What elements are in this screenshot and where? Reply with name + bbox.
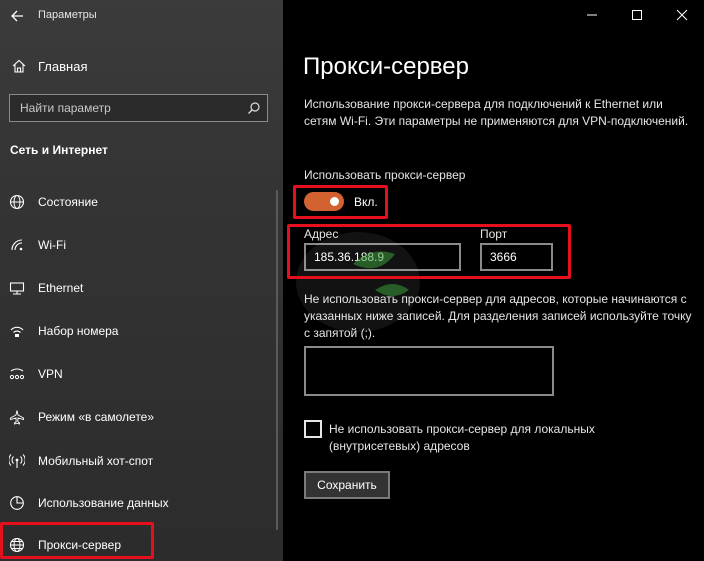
proxy-settings-page: Прокси-сервер Использование прокси-серве… <box>283 0 704 561</box>
globe-status-icon <box>9 194 25 210</box>
use-proxy-label: Использовать прокси-сервер <box>304 168 466 182</box>
sidebar-item-label: Состояние <box>38 195 98 209</box>
sidebar-item-airplane[interactable]: Режим «в самолете» <box>0 402 270 432</box>
home-icon <box>12 59 26 73</box>
sidebar-item-label: Ethernet <box>38 281 84 295</box>
sidebar-item-data-usage[interactable]: Использование данных <box>0 488 270 518</box>
sidebar-item-proxy[interactable]: Прокси-сервер <box>0 530 270 560</box>
proxy-globe-icon <box>9 537 25 553</box>
sidebar-item-label: Мобильный хот-спот <box>38 454 154 468</box>
page-title: Прокси-сервер <box>303 53 469 80</box>
sidebar-item-hotspot[interactable]: Мобильный хот-спот <box>0 446 270 476</box>
sidebar-item-dialup[interactable]: Набор номера <box>0 316 270 346</box>
back-arrow-icon <box>11 10 23 22</box>
ethernet-icon <box>9 282 25 295</box>
sidebar-item-label: Набор номера <box>38 324 119 338</box>
maximize-icon <box>631 10 642 20</box>
exclusions-description: Не использовать прокси-сервер для адресо… <box>304 292 692 340</box>
page-description: Использование прокси-сервера для подключ… <box>304 97 689 128</box>
back-button[interactable] <box>8 6 28 26</box>
window-controls <box>569 0 704 30</box>
address-input[interactable] <box>304 243 461 271</box>
port-label: Порт <box>480 227 508 241</box>
search-input[interactable] <box>10 95 235 121</box>
wifi-icon <box>11 239 23 251</box>
search-box[interactable] <box>9 94 268 122</box>
dialup-icon <box>10 326 24 337</box>
section-title: Сеть и Интернет <box>10 143 108 157</box>
local-addresses-label: Не использовать прокси-сервер для локаль… <box>329 422 595 453</box>
minimize-icon <box>586 14 597 16</box>
toggle-state-label: Вкл. <box>354 195 378 209</box>
titlebar: Параметры <box>0 0 283 32</box>
minimize-button[interactable] <box>569 0 614 30</box>
close-button[interactable] <box>659 0 704 30</box>
sidebar-scrollbar[interactable] <box>276 190 278 530</box>
hotspot-icon <box>9 454 25 468</box>
use-proxy-toggle[interactable] <box>304 192 344 211</box>
sidebar-item-status[interactable]: Состояние <box>0 187 270 217</box>
sidebar-item-label: Главная <box>38 59 88 74</box>
port-input[interactable] <box>480 243 553 271</box>
local-addresses-checkbox[interactable] <box>304 420 322 438</box>
address-label: Адрес <box>304 227 339 241</box>
vpn-icon <box>9 368 25 380</box>
data-usage-icon <box>10 496 24 510</box>
sidebar-item-ethernet[interactable]: Ethernet <box>0 273 270 303</box>
exclusions-input[interactable] <box>304 346 554 396</box>
sidebar-item-label: Использование данных <box>38 496 169 510</box>
maximize-button[interactable] <box>614 0 659 30</box>
search-icon[interactable] <box>247 101 261 115</box>
sidebar-item-label: Режим «в самолете» <box>38 410 155 424</box>
sidebar-item-label: VPN <box>38 367 63 381</box>
save-button[interactable]: Сохранить <box>304 471 390 499</box>
sidebar-item-label: Wi-Fi <box>38 238 66 252</box>
toggle-knob <box>330 197 339 206</box>
airplane-icon <box>10 410 24 425</box>
close-icon <box>676 9 687 21</box>
app-title: Параметры <box>38 9 97 21</box>
sidebar-item-wifi[interactable]: Wi-Fi <box>0 230 270 260</box>
settings-sidebar: Параметры Главная Сеть и Интернет Состоя… <box>0 0 283 561</box>
sidebar-item-label: Прокси-сервер <box>38 538 121 552</box>
sidebar-item-vpn[interactable]: VPN <box>0 359 270 389</box>
sidebar-item-home[interactable]: Главная <box>0 56 283 78</box>
